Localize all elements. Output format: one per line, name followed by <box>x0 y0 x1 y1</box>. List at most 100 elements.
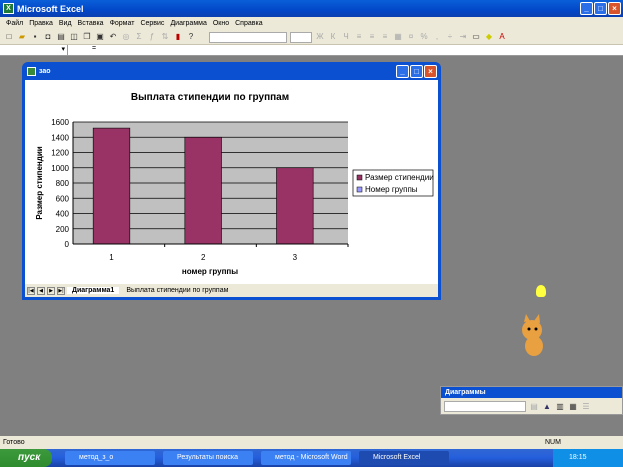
currency-icon[interactable]: ¤ <box>406 32 416 42</box>
borders-icon[interactable]: ▭ <box>471 32 481 42</box>
data-table-icon[interactable]: ▦ <box>568 402 578 412</box>
minimize-button[interactable]: _ <box>580 2 593 15</box>
chart-type-icon[interactable]: ▲ <box>542 402 552 412</box>
y-tick-label: 200 <box>56 225 70 234</box>
app-titlebar: X Microsoft Excel _ □ × <box>0 0 623 17</box>
num-lock-indicator: NUM <box>545 439 561 446</box>
y-axis-title: Размер стипендии <box>35 146 44 219</box>
sort-icon[interactable]: ⇅ <box>160 32 170 42</box>
chart-minimize-button[interactable]: _ <box>396 65 409 78</box>
x-tick-label: 2 <box>201 253 206 262</box>
close-button[interactable]: × <box>608 2 621 15</box>
chart-wizard-icon[interactable]: ▮ <box>173 32 183 42</box>
bar-chart[interactable]: Выплата стипендии по группам 0 200 400 600 80… <box>25 80 438 284</box>
chart-close-button[interactable]: × <box>424 65 437 78</box>
first-sheet-button[interactable]: |◀ <box>27 286 35 295</box>
font-size-select[interactable] <box>290 31 312 43</box>
italic-icon[interactable]: К <box>328 32 338 42</box>
bar <box>276 167 314 245</box>
task-excel[interactable]: Microsoft Excel <box>359 451 449 465</box>
help-icon[interactable]: ? <box>186 32 196 42</box>
clock: 18:15 <box>569 454 587 461</box>
system-tray: 18:15 <box>553 449 623 467</box>
new-icon[interactable]: □ <box>4 32 14 42</box>
by-row-icon[interactable]: ☰ <box>581 402 591 412</box>
task-word[interactable]: метод - Microsoft Word <box>261 451 351 465</box>
tab-diagram1[interactable]: Диаграмма1 <box>67 287 120 294</box>
fill-color-icon[interactable]: ◆ <box>484 32 494 42</box>
office-assistant-cat[interactable] <box>510 312 560 357</box>
legend-icon[interactable]: ▥ <box>555 402 565 412</box>
format-object-icon[interactable]: ▤ <box>529 402 539 412</box>
menu-edit[interactable]: Правка <box>29 20 53 27</box>
chart-window-titlebar: зао _ □ × <box>25 62 438 80</box>
legend-swatch <box>356 174 363 181</box>
align-center-icon[interactable]: ≡ <box>367 32 377 42</box>
status-bar: Готово NUM <box>0 436 623 449</box>
menu-window[interactable]: Окно <box>213 20 229 27</box>
y-tick-label: 1200 <box>51 149 69 158</box>
next-sheet-button[interactable]: ▶ <box>47 286 55 295</box>
chart-window-title: зао <box>39 67 51 75</box>
decimal-icon[interactable]: ÷ <box>445 32 455 42</box>
chart-objects-select[interactable] <box>444 401 526 412</box>
lightbulb-icon[interactable] <box>536 285 546 297</box>
hyperlink-icon[interactable]: ◎ <box>121 32 131 42</box>
chart-area[interactable]: Выплата стипендии по группам 0 200 400 600 80… <box>25 80 438 284</box>
merge-icon[interactable]: ▦ <box>393 32 403 42</box>
print-icon[interactable]: ▤ <box>56 32 66 42</box>
status-text: Готово <box>3 439 25 446</box>
y-tick-label: 600 <box>56 194 70 203</box>
paste-icon[interactable]: ▣ <box>95 32 105 42</box>
align-left-icon[interactable]: ≡ <box>354 32 364 42</box>
workbook-icon <box>27 66 36 76</box>
chart-title: Выплата стипендии по группам <box>131 92 289 103</box>
last-sheet-button[interactable]: ▶| <box>57 286 65 295</box>
standard-toolbar: □ ▰ ▪ ◘ ▤ ◫ ❐ ▣ ↶ ◎ Σ ƒ ⇅ ▮ ? Ж К Ч ≡ ≡ … <box>0 30 623 45</box>
menu-insert[interactable]: Вставка <box>78 20 104 27</box>
font-select[interactable] <box>209 31 287 43</box>
bold-icon[interactable]: Ж <box>315 32 325 42</box>
excel-icon: X <box>3 3 14 14</box>
y-tick-label: 1600 <box>51 118 69 127</box>
menu-chart[interactable]: Диаграмма <box>170 20 206 27</box>
comma-icon[interactable]: , <box>432 32 442 42</box>
restore-button[interactable]: □ <box>594 2 607 15</box>
prev-sheet-button[interactable]: ◀ <box>37 286 45 295</box>
font-color-icon[interactable]: A <box>497 32 507 42</box>
tab-data-sheet[interactable]: Выплата стипендии по группам <box>121 287 233 294</box>
taskbar: пуск метод_з_о Результаты поиска метод -… <box>0 449 623 467</box>
name-box[interactable]: ▾ <box>0 45 68 56</box>
open-icon[interactable]: ▰ <box>17 32 27 42</box>
permission-icon[interactable]: ◘ <box>43 32 53 42</box>
y-tick-label: 1400 <box>51 133 69 142</box>
chart-toolbar-title: Диаграммы <box>441 387 622 398</box>
bar <box>92 127 131 245</box>
copy-icon[interactable]: ❐ <box>82 32 92 42</box>
chart-window: зао _ □ × Выплата стипендии по группам 0 2… <box>22 62 441 300</box>
menu-file[interactable]: Файл <box>6 20 23 27</box>
underline-icon[interactable]: Ч <box>341 32 351 42</box>
align-right-icon[interactable]: ≡ <box>380 32 390 42</box>
percent-icon[interactable]: % <box>419 32 429 42</box>
legend-label: Размер стипендии <box>365 173 434 182</box>
menu-format[interactable]: Формат <box>110 20 135 27</box>
menu-view[interactable]: Вид <box>59 20 72 27</box>
undo-icon[interactable]: ↶ <box>108 32 118 42</box>
y-tick-label: 400 <box>56 210 70 219</box>
task-search-results[interactable]: Результаты поиска <box>163 451 253 465</box>
chart-restore-button[interactable]: □ <box>410 65 423 78</box>
menu-bar: Файл Правка Вид Вставка Формат Сервис Ди… <box>0 17 623 30</box>
print-preview-icon[interactable]: ◫ <box>69 32 79 42</box>
task-folder[interactable]: метод_з_о <box>65 451 155 465</box>
start-button[interactable]: пуск <box>0 449 52 467</box>
save-icon[interactable]: ▪ <box>30 32 40 42</box>
autosum-icon[interactable]: Σ <box>134 32 144 42</box>
function-icon[interactable]: ƒ <box>147 32 157 42</box>
menu-tools[interactable]: Сервис <box>140 20 164 27</box>
indent-icon[interactable]: ⇥ <box>458 32 468 42</box>
legend-swatch <box>356 186 363 193</box>
y-tick-label: 800 <box>56 179 70 188</box>
formula-equals[interactable]: = <box>92 45 96 52</box>
menu-help[interactable]: Справка <box>235 20 262 27</box>
